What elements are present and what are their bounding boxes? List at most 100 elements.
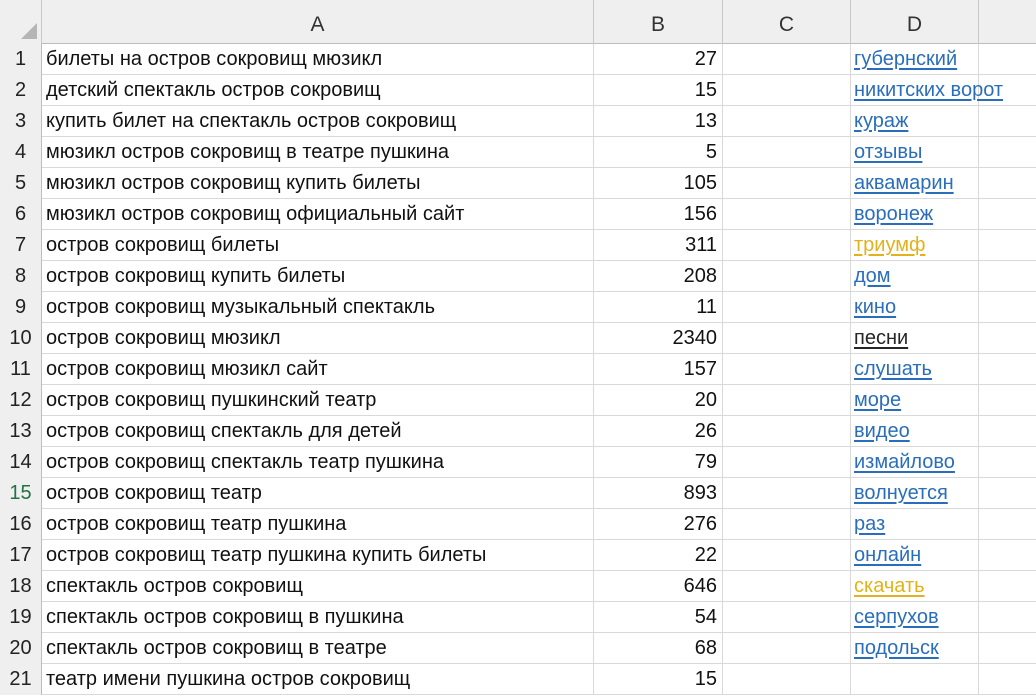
cell-b[interactable]: 13 bbox=[594, 106, 723, 137]
cell-a[interactable]: остров сокровищ театр пушкина купить бил… bbox=[42, 540, 594, 571]
row-number[interactable]: 3 bbox=[0, 106, 42, 137]
row-number[interactable]: 11 bbox=[0, 354, 42, 385]
cell-e[interactable] bbox=[979, 416, 1036, 447]
cell-c[interactable] bbox=[723, 447, 851, 478]
cell-b[interactable]: 646 bbox=[594, 571, 723, 602]
cell-e[interactable] bbox=[979, 602, 1036, 633]
cell-d[interactable]: раз bbox=[851, 509, 979, 540]
cell-a[interactable]: остров сокровищ театр пушкина bbox=[42, 509, 594, 540]
cell-d[interactable]: кураж bbox=[851, 106, 979, 137]
cell-c[interactable] bbox=[723, 323, 851, 354]
cell-e[interactable] bbox=[979, 571, 1036, 602]
cell-a[interactable]: детский спектакль остров сокровищ bbox=[42, 75, 594, 106]
cell-a[interactable]: остров сокровищ музыкальный спектакль bbox=[42, 292, 594, 323]
cell-c[interactable] bbox=[723, 168, 851, 199]
cell-a[interactable]: билеты на остров сокровищ мюзикл bbox=[42, 44, 594, 75]
cell-c[interactable] bbox=[723, 199, 851, 230]
cell-c[interactable] bbox=[723, 354, 851, 385]
column-header-b[interactable]: B bbox=[594, 0, 723, 44]
cell-d[interactable]: скачать bbox=[851, 571, 979, 602]
row-number[interactable]: 20 bbox=[0, 633, 42, 664]
cell-e[interactable] bbox=[979, 168, 1036, 199]
cell-d-link[interactable]: море bbox=[854, 389, 901, 412]
cell-b[interactable]: 22 bbox=[594, 540, 723, 571]
cell-d-link[interactable]: скачать bbox=[854, 575, 925, 598]
cell-c[interactable] bbox=[723, 44, 851, 75]
cell-c[interactable] bbox=[723, 509, 851, 540]
cell-a[interactable]: театр имени пушкина остров сокровищ bbox=[42, 664, 594, 695]
cell-e[interactable] bbox=[979, 75, 1036, 106]
row-number[interactable]: 9 bbox=[0, 292, 42, 323]
row-number[interactable]: 8 bbox=[0, 261, 42, 292]
cell-a[interactable]: мюзикл остров сокровищ купить билеты bbox=[42, 168, 594, 199]
cell-d-link[interactable]: подольск bbox=[854, 637, 939, 660]
cell-d-link[interactable]: видео bbox=[854, 420, 910, 443]
cell-c[interactable] bbox=[723, 540, 851, 571]
cell-e[interactable] bbox=[979, 540, 1036, 571]
cell-d[interactable]: воронеж bbox=[851, 199, 979, 230]
cell-a[interactable]: мюзикл остров сокровищ в театре пушкина bbox=[42, 137, 594, 168]
cell-b[interactable]: 2340 bbox=[594, 323, 723, 354]
cell-e[interactable] bbox=[979, 478, 1036, 509]
cell-d-link[interactable]: песни bbox=[854, 327, 908, 350]
column-header-a[interactable]: A bbox=[42, 0, 594, 44]
cell-d[interactable]: триумф bbox=[851, 230, 979, 261]
cell-d-link[interactable]: дом bbox=[854, 265, 891, 288]
cell-c[interactable] bbox=[723, 75, 851, 106]
cell-e[interactable] bbox=[979, 199, 1036, 230]
cell-d-link[interactable]: серпухов bbox=[854, 606, 939, 629]
cell-c[interactable] bbox=[723, 261, 851, 292]
cell-d[interactable]: никитских ворот bbox=[851, 75, 1003, 106]
cell-a[interactable]: спектакль остров сокровищ в театре bbox=[42, 633, 594, 664]
cell-e[interactable] bbox=[979, 261, 1036, 292]
cell-d-link[interactable]: отзывы bbox=[854, 141, 922, 164]
cell-a[interactable]: остров сокровищ пушкинский театр bbox=[42, 385, 594, 416]
cell-b[interactable]: 105 bbox=[594, 168, 723, 199]
cell-e[interactable] bbox=[979, 292, 1036, 323]
cell-d[interactable] bbox=[851, 664, 979, 695]
cell-b[interactable]: 5 bbox=[594, 137, 723, 168]
cell-a[interactable]: остров сокровищ мюзикл сайт bbox=[42, 354, 594, 385]
cell-b[interactable]: 311 bbox=[594, 230, 723, 261]
row-number[interactable]: 13 bbox=[0, 416, 42, 447]
cell-d-link[interactable]: кураж bbox=[854, 110, 908, 133]
cell-e[interactable] bbox=[979, 509, 1036, 540]
row-number[interactable]: 1 bbox=[0, 44, 42, 75]
cell-d[interactable]: море bbox=[851, 385, 979, 416]
cell-e[interactable] bbox=[979, 385, 1036, 416]
cell-a[interactable]: остров сокровищ билеты bbox=[42, 230, 594, 261]
cell-d[interactable]: серпухов bbox=[851, 602, 979, 633]
cell-d[interactable]: подольск bbox=[851, 633, 979, 664]
cell-b[interactable]: 15 bbox=[594, 75, 723, 106]
cell-d-link[interactable]: волнуется bbox=[854, 482, 948, 505]
cell-c[interactable] bbox=[723, 137, 851, 168]
cell-a[interactable]: остров сокровищ спектакль театр пушкина bbox=[42, 447, 594, 478]
row-number[interactable]: 10 bbox=[0, 323, 42, 354]
cell-e[interactable] bbox=[979, 106, 1036, 137]
row-number[interactable]: 14 bbox=[0, 447, 42, 478]
row-number[interactable]: 17 bbox=[0, 540, 42, 571]
cell-a[interactable]: остров сокровищ театр bbox=[42, 478, 594, 509]
cell-a[interactable]: остров сокровищ мюзикл bbox=[42, 323, 594, 354]
cell-b[interactable]: 27 bbox=[594, 44, 723, 75]
cell-b[interactable]: 15 bbox=[594, 664, 723, 695]
cell-e[interactable] bbox=[979, 230, 1036, 261]
cell-b[interactable]: 26 bbox=[594, 416, 723, 447]
column-header-e[interactable] bbox=[979, 0, 1036, 44]
cell-d-link[interactable]: кино bbox=[854, 296, 896, 319]
cell-d[interactable]: дом bbox=[851, 261, 979, 292]
cell-c[interactable] bbox=[723, 230, 851, 261]
cell-c[interactable] bbox=[723, 571, 851, 602]
cell-b[interactable]: 156 bbox=[594, 199, 723, 230]
row-number[interactable]: 5 bbox=[0, 168, 42, 199]
cell-e[interactable] bbox=[979, 633, 1036, 664]
cell-d[interactable]: видео bbox=[851, 416, 979, 447]
cell-a[interactable]: спектакль остров сокровищ в пушкина bbox=[42, 602, 594, 633]
cell-d[interactable]: слушать bbox=[851, 354, 979, 385]
cell-c[interactable] bbox=[723, 602, 851, 633]
cell-b[interactable]: 79 bbox=[594, 447, 723, 478]
cell-b[interactable]: 54 bbox=[594, 602, 723, 633]
row-number[interactable]: 2 bbox=[0, 75, 42, 106]
cell-b[interactable]: 68 bbox=[594, 633, 723, 664]
cell-d-link[interactable]: воронеж bbox=[854, 203, 933, 226]
